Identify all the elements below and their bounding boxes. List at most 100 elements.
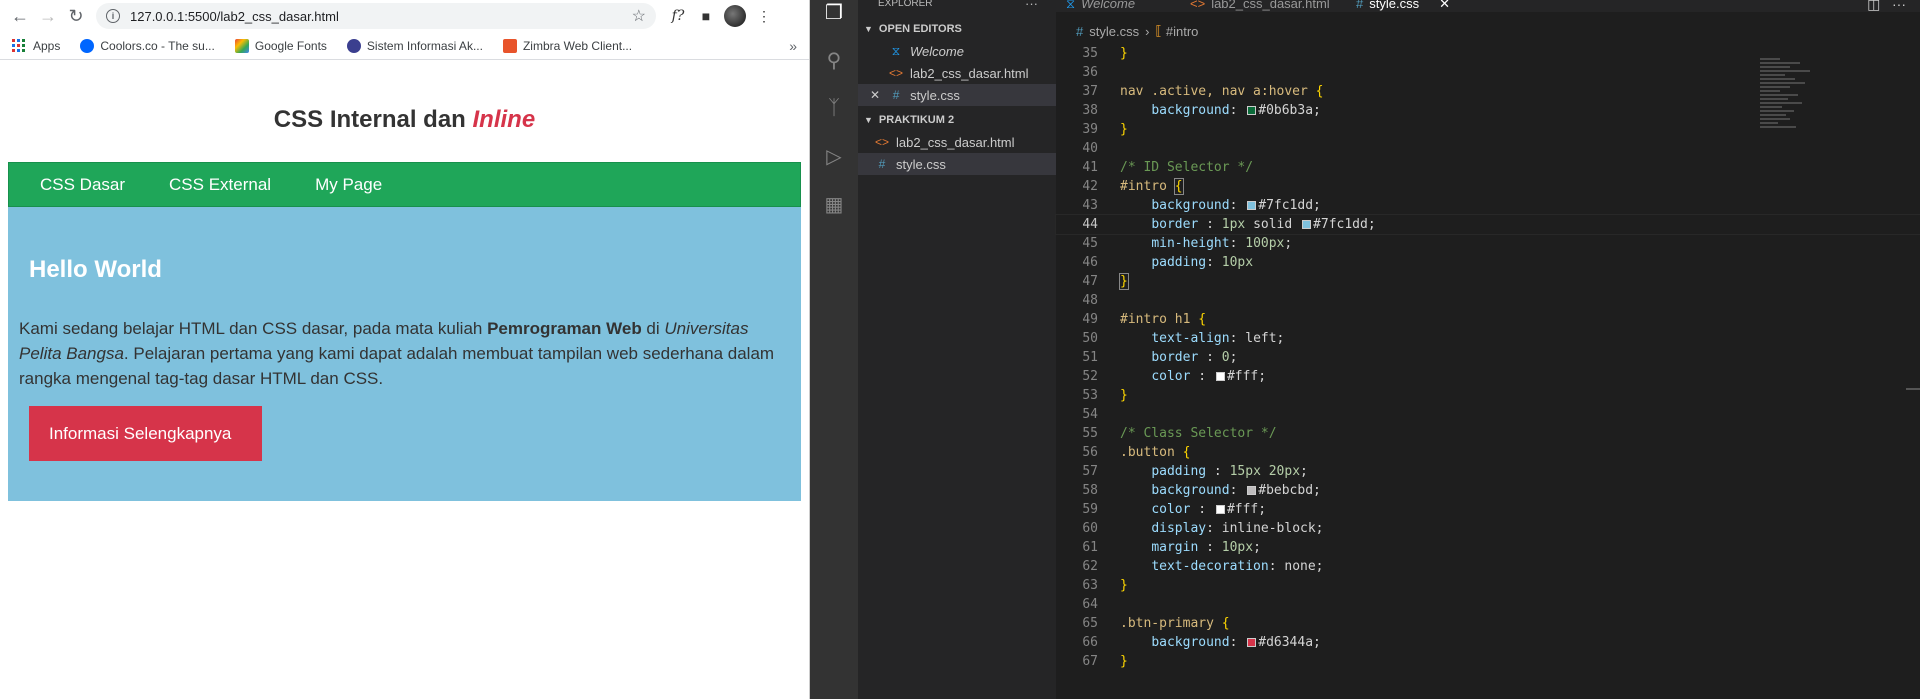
- color-swatch[interactable]: [1247, 106, 1257, 115]
- site-info-icon[interactable]: i: [106, 9, 120, 23]
- code-editor[interactable]: # style.css › ⟦ #intro 35} 36 37 nav .act…: [1055, 18, 1920, 699]
- profile-avatar[interactable]: [724, 5, 746, 27]
- open-editor-html[interactable]: <> lab2_css_dasar.html: [858, 62, 1056, 84]
- code-line: 58 background: #bebcbd;: [1082, 483, 1321, 498]
- breadcrumb-file[interactable]: style.css: [1089, 24, 1139, 39]
- bookmark-zimbra[interactable]: Zimbra Web Client...: [502, 38, 633, 53]
- breadcrumb-symbol[interactable]: #intro: [1166, 24, 1199, 39]
- page-title: CSS Internal dan Inline: [8, 106, 801, 140]
- page-title-emphasis: Inline: [472, 106, 536, 133]
- nav-link-css-external[interactable]: CSS External: [169, 175, 271, 195]
- back-icon[interactable]: ←: [6, 2, 34, 30]
- bookmark-label: Zimbra Web Client...: [522, 38, 633, 53]
- close-icon[interactable]: ✕: [870, 88, 880, 102]
- code-line: 63}: [1082, 578, 1128, 593]
- color-swatch[interactable]: [1215, 505, 1225, 514]
- info-button[interactable]: Informasi Selengkapnya: [29, 406, 262, 461]
- nav-link-my-page[interactable]: My Page: [315, 175, 382, 195]
- open-editor-label: style.css: [910, 87, 960, 103]
- bookmark-label: Apps: [33, 38, 61, 53]
- open-editors-label: OPEN EDITORS: [878, 23, 962, 35]
- html-file-icon: <>: [1190, 0, 1206, 11]
- open-editor-label: lab2_css_dasar.html: [910, 65, 1029, 81]
- open-editor-css[interactable]: ✕ # style.css: [858, 84, 1056, 106]
- forward-icon[interactable]: →: [34, 2, 62, 30]
- color-swatch[interactable]: [1247, 201, 1257, 210]
- nav-link-css-dasar[interactable]: CSS Dasar: [40, 175, 125, 195]
- code-line: 54: [1082, 407, 1098, 422]
- site-nav: CSS Dasar CSS External My Page: [8, 162, 801, 207]
- code-line-current: 44 border : 1px solid #7fc1dd;: [1055, 214, 1920, 235]
- browser-menu-icon[interactable]: ⋮: [750, 2, 778, 30]
- browser-toolbar: ← → ↻ i 127.0.0.1:5500/lab2_css_dasar.ht…: [0, 0, 809, 32]
- breadcrumb: # style.css › ⟦ #intro: [1056, 18, 1920, 44]
- code-line: 55/* Class Selector */: [1082, 426, 1277, 441]
- close-tab-icon[interactable]: ✕: [1439, 0, 1450, 12]
- tab-html[interactable]: <> lab2_css_dasar.html: [1190, 0, 1330, 12]
- minimap[interactable]: [1760, 58, 1840, 198]
- bookmark-sistem-informasi[interactable]: Sistem Informasi Ak...: [346, 38, 483, 53]
- tab-label: lab2_css_dasar.html: [1211, 0, 1330, 11]
- folder-header[interactable]: ▼ PRAKTIKUM 2: [858, 109, 1056, 131]
- intro-heading: Hello World: [29, 256, 162, 283]
- tab-style-css[interactable]: # style.css ✕: [1356, 0, 1450, 12]
- open-editor-label: Welcome: [910, 43, 964, 59]
- code-line: 59 color : #fff;: [1082, 502, 1267, 517]
- vscode-logo-icon: ⧖: [891, 43, 901, 58]
- google-fonts-icon: [234, 38, 249, 53]
- tab-welcome[interactable]: ⧖ Welcome: [1066, 0, 1135, 12]
- extensions-icon[interactable]: ▦: [810, 180, 858, 228]
- bookmark-star-icon[interactable]: ☆: [632, 6, 646, 26]
- chevron-down-icon: ▼: [864, 115, 873, 125]
- source-control-icon[interactable]: ᛉ: [810, 84, 858, 132]
- explorer-title-text: EXPLORER: [878, 0, 933, 9]
- bookmark-google-fonts[interactable]: Google Fonts: [234, 38, 327, 53]
- file-css[interactable]: # style.css: [858, 153, 1056, 175]
- code-line: 65 .btn-primary {: [1082, 616, 1230, 631]
- more-actions-icon[interactable]: ···: [1025, 0, 1038, 11]
- search-icon[interactable]: ⚲: [810, 36, 858, 84]
- page-title-main: CSS Internal dan: [273, 106, 466, 133]
- bookmark-coolors[interactable]: Coolors.co - The su...: [80, 38, 215, 53]
- intro-bold: Pemrograman Web: [487, 319, 642, 338]
- split-editor-icon[interactable]: ◫ ···: [1867, 0, 1906, 13]
- scrollbar-marker[interactable]: [1906, 388, 1920, 390]
- color-swatch[interactable]: [1247, 638, 1257, 647]
- folder-label: PRAKTIKUM 2: [878, 114, 955, 126]
- code-line: 46 padding: 10px: [1082, 255, 1254, 270]
- code-line: 48: [1082, 293, 1098, 308]
- css-file-icon: #: [892, 88, 900, 102]
- reload-icon[interactable]: ↻: [62, 2, 90, 30]
- bookmark-apps[interactable]: Apps: [12, 39, 60, 53]
- open-editor-welcome[interactable]: ⧖ Welcome: [858, 40, 1056, 62]
- intro-paragraph: Kami sedang belajar HTML dan CSS dasar, …: [19, 316, 790, 391]
- web-page: CSS Internal dan Inline CSS Dasar CSS Ex…: [0, 106, 809, 501]
- css-file-icon: #: [1356, 0, 1364, 11]
- code-line: 50 text-align: left;: [1082, 331, 1285, 346]
- html-file-icon: <>: [888, 66, 903, 80]
- intro-text-1: Kami sedang belajar HTML dan CSS dasar, …: [19, 319, 488, 338]
- file-html[interactable]: <> lab2_css_dasar.html: [858, 131, 1056, 153]
- symbol-icon: ⟦: [1155, 23, 1162, 38]
- open-editors-header[interactable]: ▼ OPEN EDITORS: [858, 18, 1056, 40]
- code-line: 64: [1082, 597, 1098, 612]
- address-bar[interactable]: i 127.0.0.1:5500/lab2_css_dasar.html ☆: [96, 3, 656, 29]
- color-swatch[interactable]: [1302, 220, 1312, 229]
- color-swatch[interactable]: [1247, 486, 1257, 495]
- code-line: 56 .button {: [1082, 445, 1191, 460]
- code-line: 49 #intro h1 {: [1082, 312, 1207, 327]
- code-line: 60 display: inline-block;: [1082, 521, 1324, 536]
- intro-text-3: . Pelajaran pertama yang kami dapat adal…: [19, 344, 775, 388]
- extension-fx-icon[interactable]: f?: [664, 2, 692, 30]
- explorer-sidebar: EXPLORER ··· ▼ OPEN EDITORS ⧖ Welcome <> lab…: [858, 0, 1056, 699]
- bookmarks-overflow-icon[interactable]: »: [789, 38, 797, 54]
- color-swatch[interactable]: [1215, 372, 1225, 381]
- explorer-icon[interactable]: ❐: [810, 0, 858, 24]
- run-debug-icon[interactable]: ▷: [810, 132, 858, 180]
- tab-label: Welcome: [1081, 0, 1136, 11]
- css-file-icon: #: [878, 157, 886, 171]
- vscode-window: ❐ ⚲ ᛉ ▷ ▦ EXPLORER ··· ▼ OPEN EDITORS ⧖ Wel…: [810, 0, 1920, 699]
- extensions-puzzle-icon[interactable]: ■: [692, 2, 720, 30]
- url-text[interactable]: 127.0.0.1:5500/lab2_css_dasar.html: [130, 9, 632, 24]
- editor-tabs: ⧖ Welcome <> lab2_css_dasar.html # style.cs…: [1056, 0, 1920, 12]
